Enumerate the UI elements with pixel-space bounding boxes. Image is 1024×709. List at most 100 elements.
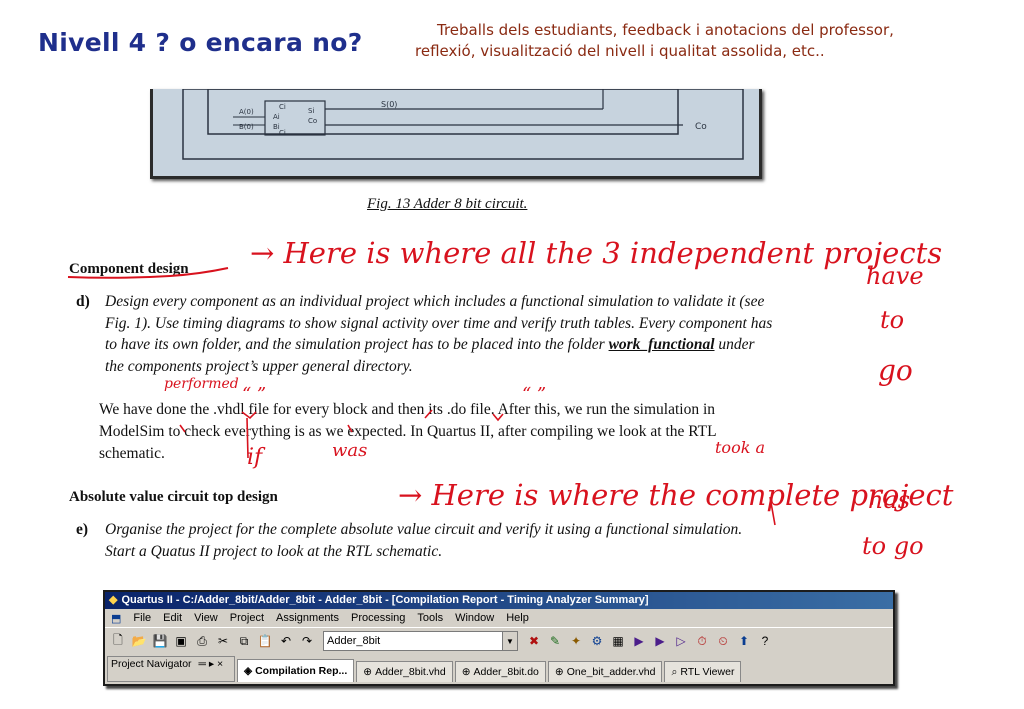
page-subtitle: Treballs dels estudiants, feedback i ano… [415, 20, 955, 62]
tab-label: One_bit_adder.vhd [566, 666, 656, 678]
photo-label: Ci [279, 103, 286, 111]
item-d: d) Design every component as an individu… [76, 291, 856, 381]
tab-label: Compilation Rep... [255, 665, 348, 677]
open-folder-icon[interactable]: 📂 [130, 632, 148, 650]
quartus-app-icon: ◆ [109, 594, 118, 606]
undo-icon[interactable]: ↶ [277, 632, 295, 650]
timing-icon[interactable]: ⏱ [693, 632, 711, 650]
item-d-line: to have its own folder, and the simulati… [105, 336, 605, 353]
subtitle-line-2: reflexió, visualització del nivell i qua… [415, 42, 825, 60]
absolute-design-heading: Absolute value circuit top design [69, 489, 278, 505]
circuit-sketch: A(0) B(0) Ci Ai Bi Ci Si Co S(0) Co [153, 89, 759, 176]
tab-adder-vhd[interactable]: ⊕ Adder_8bit.vhd [356, 661, 453, 682]
fitter-icon[interactable]: ▷ [672, 632, 690, 650]
annotation-was: was [332, 440, 368, 461]
photo-label: Co [308, 117, 317, 125]
photo-label: Co [695, 122, 707, 132]
annotation-go: go [878, 354, 913, 387]
item-d-line: the components project’s upper general d… [105, 357, 413, 375]
annotation-has: has [868, 486, 911, 514]
file-icon: ⊕ [554, 666, 564, 678]
rtl-viewer-icon: ⌕ [671, 665, 678, 678]
item-d-label: d) [76, 293, 90, 310]
annotation-took-a: took a [715, 438, 766, 457]
analysis-icon[interactable]: ▶ [651, 632, 669, 650]
quartus-titlebar: ◆ Quartus II - C:/Adder_8bit/Adder_8bit … [105, 592, 893, 609]
file-icon: ⊕ [363, 666, 373, 678]
menu-window[interactable]: Window [455, 612, 494, 624]
folder-name: work_functional [608, 336, 715, 353]
menu-project[interactable]: Project [230, 612, 264, 624]
tab-label: Adder_8bit.vhd [375, 666, 446, 678]
redo-icon[interactable]: ↷ [298, 632, 316, 650]
menu-assignments[interactable]: Assignments [276, 612, 339, 624]
programmer-icon[interactable]: ⬆ [735, 632, 753, 650]
photo-label: Ci [279, 129, 286, 137]
project-navigator-panel[interactable]: Project Navigator ═ ▸ × [107, 656, 235, 682]
menu-edit[interactable]: Edit [163, 612, 182, 624]
photo-label: Ai [273, 113, 280, 121]
save-all-icon[interactable]: ▣ [172, 632, 190, 650]
answer-line: We have done the .vhdl file for every bl… [99, 401, 716, 418]
item-e: e) Organise the project for the complete… [76, 519, 856, 565]
annotation-to: to [880, 306, 905, 334]
item-e-line: Organise the project for the complete ab… [105, 521, 743, 538]
annotation-quotes-do: “ ” [522, 384, 547, 405]
report-icon: ◈ [244, 665, 253, 677]
menu-view[interactable]: View [194, 612, 218, 624]
page-title: Nivell 4 ? o encara no? [38, 28, 363, 57]
chip-icon[interactable]: ▦ [609, 632, 627, 650]
settings-icon[interactable]: ⚙ [588, 632, 606, 650]
quartus-toolbar: 🗋 📂 💾 ▣ ⎙ ✂ ⧉ 📋 ↶ ↷ Adder_8bit ▼ ✖ ✎ ✦ ⚙… [105, 627, 893, 654]
quartus-window-title: Quartus II - C:/Adder_8bit/Adder_8bit - … [121, 594, 649, 606]
cut-icon[interactable]: ✂ [214, 632, 232, 650]
quartus-tabbar: Project Navigator ═ ▸ × ◈ Compilation Re… [105, 654, 893, 682]
item-d-line: Fig. 1). Use timing diagrams to show sig… [105, 314, 773, 332]
paste-icon[interactable]: 📋 [256, 632, 274, 650]
annotation-quotes-vhdl: “ ” [242, 384, 267, 405]
quartus-window: ◆ Quartus II - C:/Adder_8bit/Adder_8bit … [103, 590, 895, 686]
assignment-icon[interactable]: ✎ [546, 632, 564, 650]
annotation-to-go: to go [862, 532, 924, 560]
tab-one-bit-adder-vhd[interactable]: ⊕ One_bit_adder.vhd [547, 661, 663, 682]
annotation-projects: → Here is where all the 3 independent pr… [250, 236, 943, 270]
quartus-menubar: ⬒ File Edit View Project Assignments Pro… [105, 609, 893, 627]
help-icon[interactable]: ? [756, 632, 774, 650]
hierarchy-icon[interactable]: ✖ [525, 632, 543, 650]
project-combo-value: Adder_8bit [327, 635, 381, 647]
clock-icon[interactable]: ⏲ [714, 632, 732, 650]
compile-icon[interactable]: ▶ [630, 632, 648, 650]
item-e-label: e) [76, 521, 89, 538]
project-combo[interactable]: Adder_8bit ▼ [323, 631, 518, 651]
print-icon[interactable]: ⎙ [193, 632, 211, 650]
tab-rtl-viewer[interactable]: ⌕ RTL Viewer [664, 661, 742, 682]
figure-caption: Fig. 13 Adder 8 bit circuit. [367, 196, 528, 212]
photo-label: B(0) [239, 123, 254, 131]
tab-adder-do[interactable]: ⊕ Adder_8bit.do [454, 661, 546, 682]
menu-help[interactable]: Help [506, 612, 529, 624]
subtitle-line-1: Treballs dels estudiants, feedback i ano… [437, 21, 894, 39]
quartus-menu-icon[interactable]: ⬒ [111, 612, 121, 625]
panel-menu-icon[interactable]: ═ ▸ × [198, 658, 223, 670]
pin-planner-icon[interactable]: ✦ [567, 632, 585, 650]
photo-label: A(0) [239, 108, 254, 116]
chevron-down-icon[interactable]: ▼ [502, 632, 517, 650]
annotation-performed: performed [164, 376, 239, 392]
item-d-line: Design every component as an individual … [105, 293, 765, 310]
menu-processing[interactable]: Processing [351, 612, 405, 624]
tab-compilation-report[interactable]: ◈ Compilation Rep... [237, 659, 355, 682]
menu-file[interactable]: File [133, 612, 151, 624]
tab-label: Adder_8bit.do [473, 666, 539, 678]
photo-label: Si [308, 107, 314, 115]
component-design-heading: Component design [69, 261, 189, 277]
menu-tools[interactable]: Tools [417, 612, 443, 624]
tab-label: RTL Viewer [680, 666, 735, 678]
circuit-photo: A(0) B(0) Ci Ai Bi Ci Si Co S(0) Co [150, 89, 762, 179]
new-file-icon[interactable]: 🗋 [109, 632, 127, 650]
photo-label: S(0) [381, 100, 397, 109]
file-icon: ⊕ [461, 666, 471, 678]
copy-icon[interactable]: ⧉ [235, 632, 253, 650]
annotation-have: have [866, 262, 924, 290]
under-word: under [718, 336, 755, 353]
save-icon[interactable]: 💾 [151, 632, 169, 650]
